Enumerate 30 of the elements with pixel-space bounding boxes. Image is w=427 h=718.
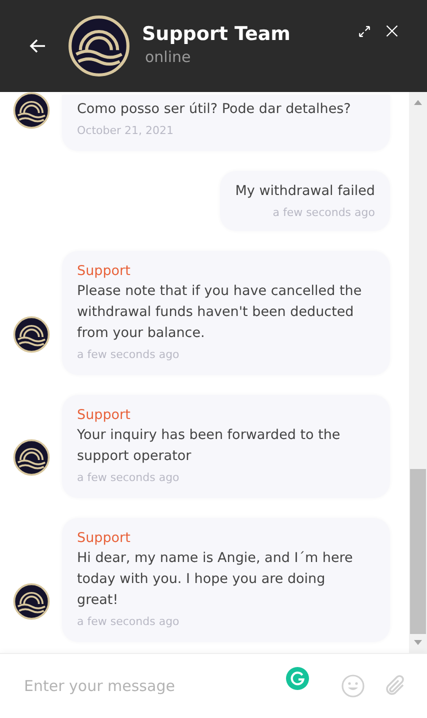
paperclip-icon[interactable] (383, 674, 407, 698)
chat-status: online (145, 48, 192, 66)
sender-name: Support (77, 530, 132, 546)
sender-name: Support (77, 263, 132, 279)
message-time: a few seconds ago (77, 348, 180, 361)
waves-avatar-icon (13, 439, 50, 476)
scrollbar-thumb[interactable] (410, 469, 426, 634)
chat-title: Support Team (142, 22, 292, 44)
message-time: a few seconds ago (272, 206, 375, 219)
message-input[interactable]: Enter your message (22, 676, 286, 696)
close-icon[interactable] (385, 24, 399, 38)
grammar-assistant-icon[interactable] (286, 666, 309, 690)
message-time: October 21, 2021 (77, 124, 175, 137)
message-text: My withdrawal failed (235, 182, 375, 201)
message-time: a few seconds ago (77, 615, 180, 628)
sender-name: Support (77, 407, 132, 423)
waves-avatar-icon (13, 92, 50, 129)
scrollbar[interactable] (409, 92, 427, 653)
message-time: a few seconds ago (77, 471, 180, 484)
waves-logo-icon (68, 15, 130, 77)
message-text: Hi dear, my name is Angie, and I´m here today with you. I hope you are doing great! (77, 549, 354, 610)
scroll-down-icon[interactable] (414, 640, 422, 645)
waves-avatar-icon (13, 316, 50, 353)
message-text: Please note that if you have cancelled the withdrawal funds haven't been deducted from your balance. (77, 282, 363, 343)
scroll-up-icon[interactable] (414, 100, 422, 105)
message-text: Your inquiry has been forwarded to the support operator (77, 426, 342, 466)
expand-icon[interactable] (358, 25, 371, 38)
message-text: Como posso ser útil? Pode dar detalhes? (77, 100, 352, 119)
smiley-icon[interactable] (341, 674, 365, 698)
waves-avatar-icon (13, 583, 50, 620)
